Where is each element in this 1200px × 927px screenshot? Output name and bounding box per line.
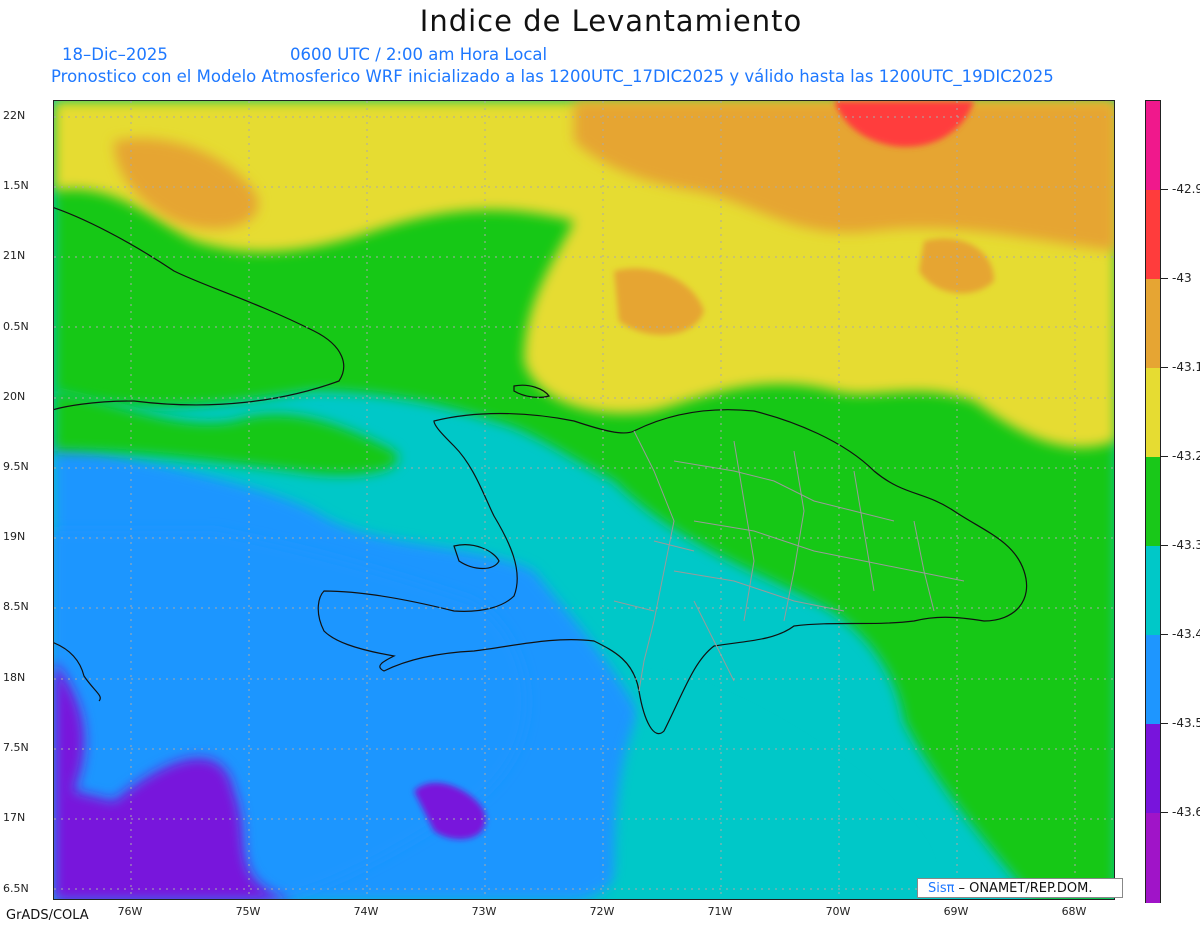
lon-label-70w: 70W <box>825 905 851 918</box>
lat-label-19n: 19N <box>3 530 26 543</box>
colorbar-label: -43.3 <box>1172 538 1200 552</box>
colorbar-label: -42.9 <box>1172 182 1200 196</box>
lat-label-18-5n: 8.5N <box>3 600 29 613</box>
lat-label-21-5n: 1.5N <box>3 179 29 192</box>
colorbar-label: -43 <box>1172 271 1192 285</box>
lon-label-74w: 74W <box>353 905 379 918</box>
lat-label-21n: 21N <box>3 249 26 262</box>
lon-label-71w: 71W <box>707 905 733 918</box>
colorbar-label: -43.5 <box>1172 716 1200 730</box>
lat-label-17n: 17N <box>3 811 26 824</box>
onamet-text: – ONAMET/REP.DOM. <box>958 880 1093 896</box>
lifted-index-map <box>53 100 1115 900</box>
lat-label-20-5n: 0.5N <box>3 320 29 333</box>
colorbar-tick <box>1161 723 1168 724</box>
colorbar-tick <box>1161 278 1168 279</box>
forecast-time: 0600 UTC / 2:00 am Hora Local <box>290 45 548 64</box>
colorbar-tick <box>1161 189 1168 190</box>
onamet-credit: Sisπ – ONAMET/REP.DOM. <box>917 878 1123 898</box>
colorbar-label: -43.1 <box>1172 360 1200 374</box>
software-credit: GrADS/COLA <box>6 908 89 923</box>
lon-label-76w: 76W <box>117 905 143 918</box>
lat-label-22n: 22N <box>3 109 26 122</box>
forecast-date: 18–Dic–2025 <box>62 45 168 64</box>
colorbar-tick <box>1161 367 1168 368</box>
colorbar-label: -43.4 <box>1172 627 1200 641</box>
sispi-logo-text: Sisπ <box>928 880 955 896</box>
colorbar-segment <box>1146 813 1160 903</box>
lon-label-73w: 73W <box>471 905 497 918</box>
colorbar-tick <box>1161 812 1168 813</box>
colorbar-segment <box>1146 368 1160 458</box>
colorbar-label: -43.2 <box>1172 449 1200 463</box>
colorbar-segment <box>1146 635 1160 725</box>
lon-label-72w: 72W <box>589 905 615 918</box>
colorbar-tick <box>1161 634 1168 635</box>
colorbar-segment <box>1146 190 1160 280</box>
colorbar-segment <box>1146 546 1160 636</box>
colorbar-tick <box>1161 456 1168 457</box>
lon-label-68w: 68W <box>1061 905 1087 918</box>
lon-label-75w: 75W <box>235 905 261 918</box>
colorbar-segment <box>1146 101 1160 191</box>
lon-label-69w: 69W <box>943 905 969 918</box>
lat-label-18n: 18N <box>3 671 26 684</box>
lat-label-16-5n: 6.5N <box>3 882 29 895</box>
colorbar-tick <box>1161 545 1168 546</box>
colorbar <box>1145 100 1161 903</box>
contour-field <box>54 101 1114 899</box>
lat-label-19-5n: 9.5N <box>3 460 29 473</box>
lat-label-17-5n: 7.5N <box>3 741 29 754</box>
map-title: Indice de Levantamiento <box>419 4 803 38</box>
colorbar-segment <box>1146 724 1160 814</box>
lat-label-20n: 20N <box>3 390 26 403</box>
colorbar-label: -43.6 <box>1172 805 1200 819</box>
colorbar-segment <box>1146 457 1160 547</box>
model-subtitle: Pronostico con el Modelo Atmosferico WRF… <box>51 67 1054 86</box>
colorbar-segment <box>1146 279 1160 369</box>
